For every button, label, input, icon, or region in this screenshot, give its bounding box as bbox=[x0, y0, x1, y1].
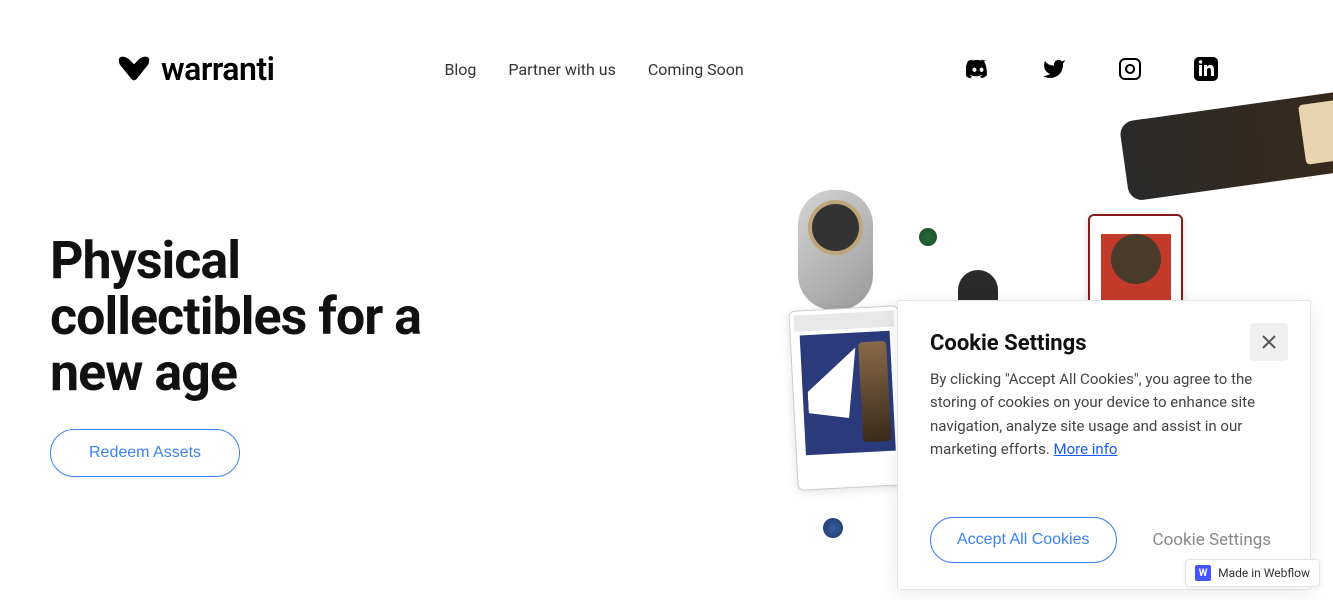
logo-icon bbox=[115, 54, 153, 84]
cookie-close-button[interactable] bbox=[1250, 323, 1288, 361]
webflow-badge[interactable]: W Made in Webflow bbox=[1185, 559, 1320, 587]
header: warranti Blog Partner with us Coming Soo… bbox=[0, 0, 1333, 88]
social-links bbox=[966, 57, 1218, 81]
twitter-icon[interactable] bbox=[1042, 57, 1066, 81]
nav-partner[interactable]: Partner with us bbox=[508, 60, 615, 79]
nav-coming-soon[interactable]: Coming Soon bbox=[648, 60, 744, 79]
trading-card-image-2 bbox=[788, 305, 907, 491]
cookie-title: Cookie Settings bbox=[930, 331, 1278, 356]
hero-title-line2: collectibles for a bbox=[50, 286, 421, 347]
emerald-gem-image bbox=[919, 228, 937, 246]
logo-text: warranti bbox=[161, 50, 274, 88]
hero-title-line1: Physical bbox=[50, 230, 240, 291]
close-icon bbox=[1262, 335, 1276, 349]
cookie-text: By clicking "Accept All Cookies", you ag… bbox=[930, 368, 1278, 461]
sapphire-gem-image bbox=[823, 518, 843, 538]
cookie-accept-button[interactable]: Accept All Cookies bbox=[930, 517, 1117, 563]
nav: Blog Partner with us Coming Soon bbox=[444, 60, 743, 79]
webflow-text: Made in Webflow bbox=[1218, 566, 1310, 580]
linkedin-icon[interactable] bbox=[1194, 57, 1218, 81]
redeem-assets-button[interactable]: Redeem Assets bbox=[50, 429, 240, 477]
cookie-settings-button[interactable]: Cookie Settings bbox=[1153, 530, 1272, 550]
instagram-icon[interactable] bbox=[1118, 57, 1142, 81]
cookie-more-info-link[interactable]: More info bbox=[1054, 440, 1118, 458]
discord-icon[interactable] bbox=[966, 57, 990, 81]
cookie-actions: Accept All Cookies Cookie Settings bbox=[930, 517, 1278, 563]
logo[interactable]: warranti bbox=[115, 50, 274, 88]
webflow-icon: W bbox=[1195, 565, 1211, 581]
nav-blog[interactable]: Blog bbox=[444, 60, 476, 79]
cookie-modal: Cookie Settings By clicking "Accept All … bbox=[897, 300, 1311, 590]
hero-title-line3: new age bbox=[50, 342, 237, 403]
wine-bottle-image bbox=[1119, 86, 1333, 201]
watch-image bbox=[798, 190, 873, 310]
